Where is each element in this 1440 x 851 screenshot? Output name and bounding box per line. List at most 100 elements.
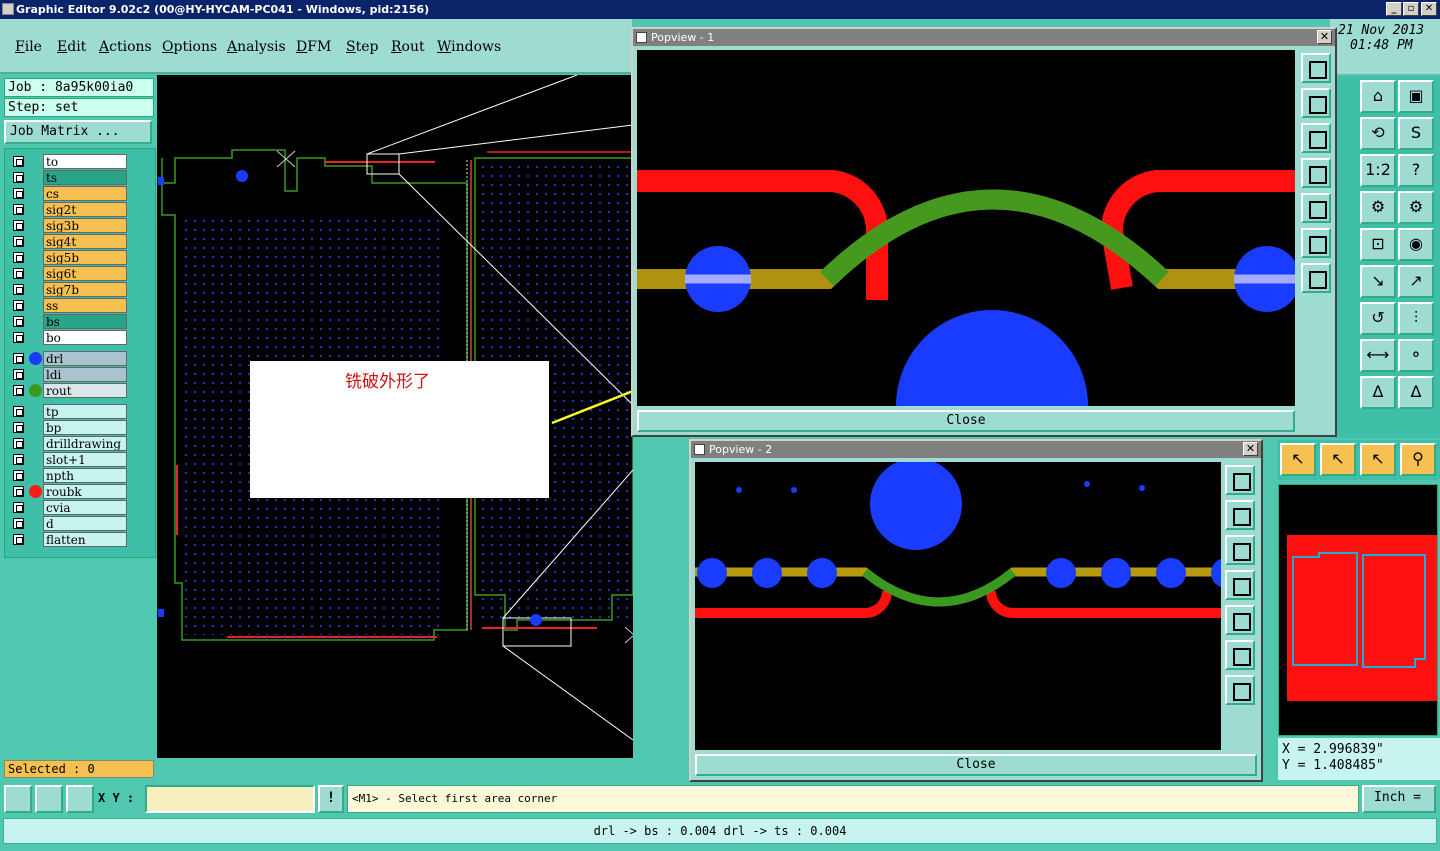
measure-icon[interactable] <box>35 785 63 813</box>
layer-checkbox[interactable] <box>13 252 24 263</box>
layer-row-sig6t[interactable]: sig6t <box>9 266 127 281</box>
layer-checkbox[interactable] <box>13 369 24 380</box>
toolbar-tool-icon[interactable]: ⫶ <box>1398 302 1434 335</box>
layer-checkbox[interactable] <box>13 220 24 231</box>
layer-checkbox[interactable] <box>13 353 24 364</box>
toolbar-tool-icon[interactable]: ↗ <box>1398 265 1434 298</box>
toolbar-tool-icon[interactable]: ⟲ <box>1360 117 1396 150</box>
layer-row-sig4t[interactable]: sig4t <box>9 234 127 249</box>
toolbar-tool-icon[interactable]: ↺ <box>1360 302 1396 335</box>
toolbar-tool-icon[interactable]: ⚬ <box>1398 339 1434 372</box>
view-control-icon[interactable] <box>1301 53 1331 83</box>
view-control-icon[interactable] <box>1225 605 1255 635</box>
view-control-icon[interactable] <box>1301 193 1331 223</box>
layer-row-npth[interactable]: npth <box>9 468 127 483</box>
job-matrix-button[interactable]: Job Matrix ... <box>4 120 152 144</box>
view-control-icon[interactable] <box>1225 640 1255 670</box>
menu-windows[interactable]: Windows <box>437 39 501 55</box>
layer-row-cvia[interactable]: cvia <box>9 500 127 515</box>
layer-checkbox[interactable] <box>13 332 24 343</box>
view-control-icon[interactable] <box>1225 535 1255 565</box>
layer-checkbox[interactable] <box>13 204 24 215</box>
layer-name[interactable]: drl <box>43 351 127 366</box>
layer-name[interactable]: npth <box>43 468 127 483</box>
cursor-tool-icon[interactable]: ↖ <box>1360 443 1396 476</box>
popview-1-canvas[interactable] <box>637 50 1295 406</box>
view-control-icon[interactable] <box>1301 123 1331 153</box>
layer-row-d[interactable]: d <box>9 516 127 531</box>
layer-name[interactable]: sig2t <box>43 202 127 217</box>
layer-name[interactable]: rout <box>43 383 127 398</box>
layer-checkbox[interactable] <box>13 268 24 279</box>
layer-name[interactable]: bp <box>43 420 127 435</box>
layer-checkbox[interactable] <box>13 236 24 247</box>
layer-checkbox[interactable] <box>13 300 24 311</box>
cursor-tool-icon[interactable]: ↖ <box>1320 443 1356 476</box>
zoom-area-icon[interactable] <box>4 785 32 813</box>
layer-name[interactable]: slot+1 <box>43 452 127 467</box>
layer-checkbox[interactable] <box>13 518 24 529</box>
layer-row-ts[interactable]: ts <box>9 170 127 185</box>
layer-row-slot+1[interactable]: slot+1 <box>9 452 127 467</box>
layer-row-sig2t[interactable]: sig2t <box>9 202 127 217</box>
toolbar-tool-icon[interactable]: S <box>1398 117 1434 150</box>
layer-checkbox[interactable] <box>13 470 24 481</box>
toolbar-tool-icon[interactable]: ⌂ <box>1360 80 1396 113</box>
layer-row-sig3b[interactable]: sig3b <box>9 218 127 233</box>
layer-row-ldi[interactable]: ldi <box>9 367 127 382</box>
layer-checkbox[interactable] <box>13 486 24 497</box>
layer-checkbox[interactable] <box>13 406 24 417</box>
layer-checkbox[interactable] <box>13 172 24 183</box>
layer-name[interactable]: flatten <box>43 532 127 547</box>
layer-name[interactable]: ss <box>43 298 127 313</box>
layer-name[interactable]: ldi <box>43 367 127 382</box>
toolbar-tool-icon[interactable]: ⚙ <box>1398 191 1434 224</box>
layer-name[interactable]: sig7b <box>43 282 127 297</box>
layer-name[interactable]: sig6t <box>43 266 127 281</box>
layer-row-sig7b[interactable]: sig7b <box>9 282 127 297</box>
xy-input[interactable] <box>145 785 315 813</box>
minimize-button[interactable]: _ <box>1386 2 1402 16</box>
layer-row-tp[interactable]: tp <box>9 404 127 419</box>
layer-row-cs[interactable]: cs <box>9 186 127 201</box>
layer-checkbox[interactable] <box>13 156 24 167</box>
layer-checkbox[interactable] <box>13 502 24 513</box>
layer-checkbox[interactable] <box>13 534 24 545</box>
toolbar-tool-icon[interactable]: ↘ <box>1360 265 1396 298</box>
layer-row-ss[interactable]: ss <box>9 298 127 313</box>
layer-checkbox[interactable] <box>13 188 24 199</box>
layer-name[interactable]: to <box>43 154 127 169</box>
popview-2-close-button[interactable]: Close <box>695 754 1257 776</box>
layer-checkbox[interactable] <box>13 385 24 396</box>
layer-checkbox[interactable] <box>13 454 24 465</box>
layer-name[interactable]: d <box>43 516 127 531</box>
grid-icon[interactable] <box>66 785 94 813</box>
cursor-tool-icon[interactable]: ⚲ <box>1400 443 1436 476</box>
toolbar-tool-icon[interactable]: Δ <box>1360 376 1396 409</box>
layer-name[interactable]: bo <box>43 330 127 345</box>
layer-row-sig5b[interactable]: sig5b <box>9 250 127 265</box>
view-control-icon[interactable] <box>1301 88 1331 118</box>
view-control-icon[interactable] <box>1301 263 1331 293</box>
popview-1-close-button[interactable]: Close <box>637 410 1295 432</box>
layer-row-drl[interactable]: drl <box>9 351 127 366</box>
layer-name[interactable]: sig3b <box>43 218 127 233</box>
toolbar-tool-icon[interactable]: ? <box>1398 154 1434 187</box>
menu-dfm[interactable]: DFM <box>296 39 331 55</box>
menu-actions[interactable]: Actions <box>99 39 152 55</box>
layer-row-bo[interactable]: bo <box>9 330 127 345</box>
layer-row-to[interactable]: to <box>9 154 127 169</box>
layer-name[interactable]: cvia <box>43 500 127 515</box>
toolbar-tool-icon[interactable]: ⟷ <box>1360 339 1396 372</box>
layer-row-roubk[interactable]: roubk <box>9 484 127 499</box>
cursor-tool-icon[interactable]: ↖ <box>1280 443 1316 476</box>
layer-name[interactable]: cs <box>43 186 127 201</box>
toolbar-tool-icon[interactable]: Δ <box>1398 376 1434 409</box>
toolbar-tool-icon[interactable]: ◉ <box>1398 228 1434 261</box>
view-control-icon[interactable] <box>1225 500 1255 530</box>
popview-2-canvas[interactable] <box>695 462 1221 750</box>
view-control-icon[interactable] <box>1301 228 1331 258</box>
menu-file[interactable]: File <box>15 39 42 55</box>
layer-name[interactable]: tp <box>43 404 127 419</box>
menu-options[interactable]: Options <box>162 39 217 55</box>
